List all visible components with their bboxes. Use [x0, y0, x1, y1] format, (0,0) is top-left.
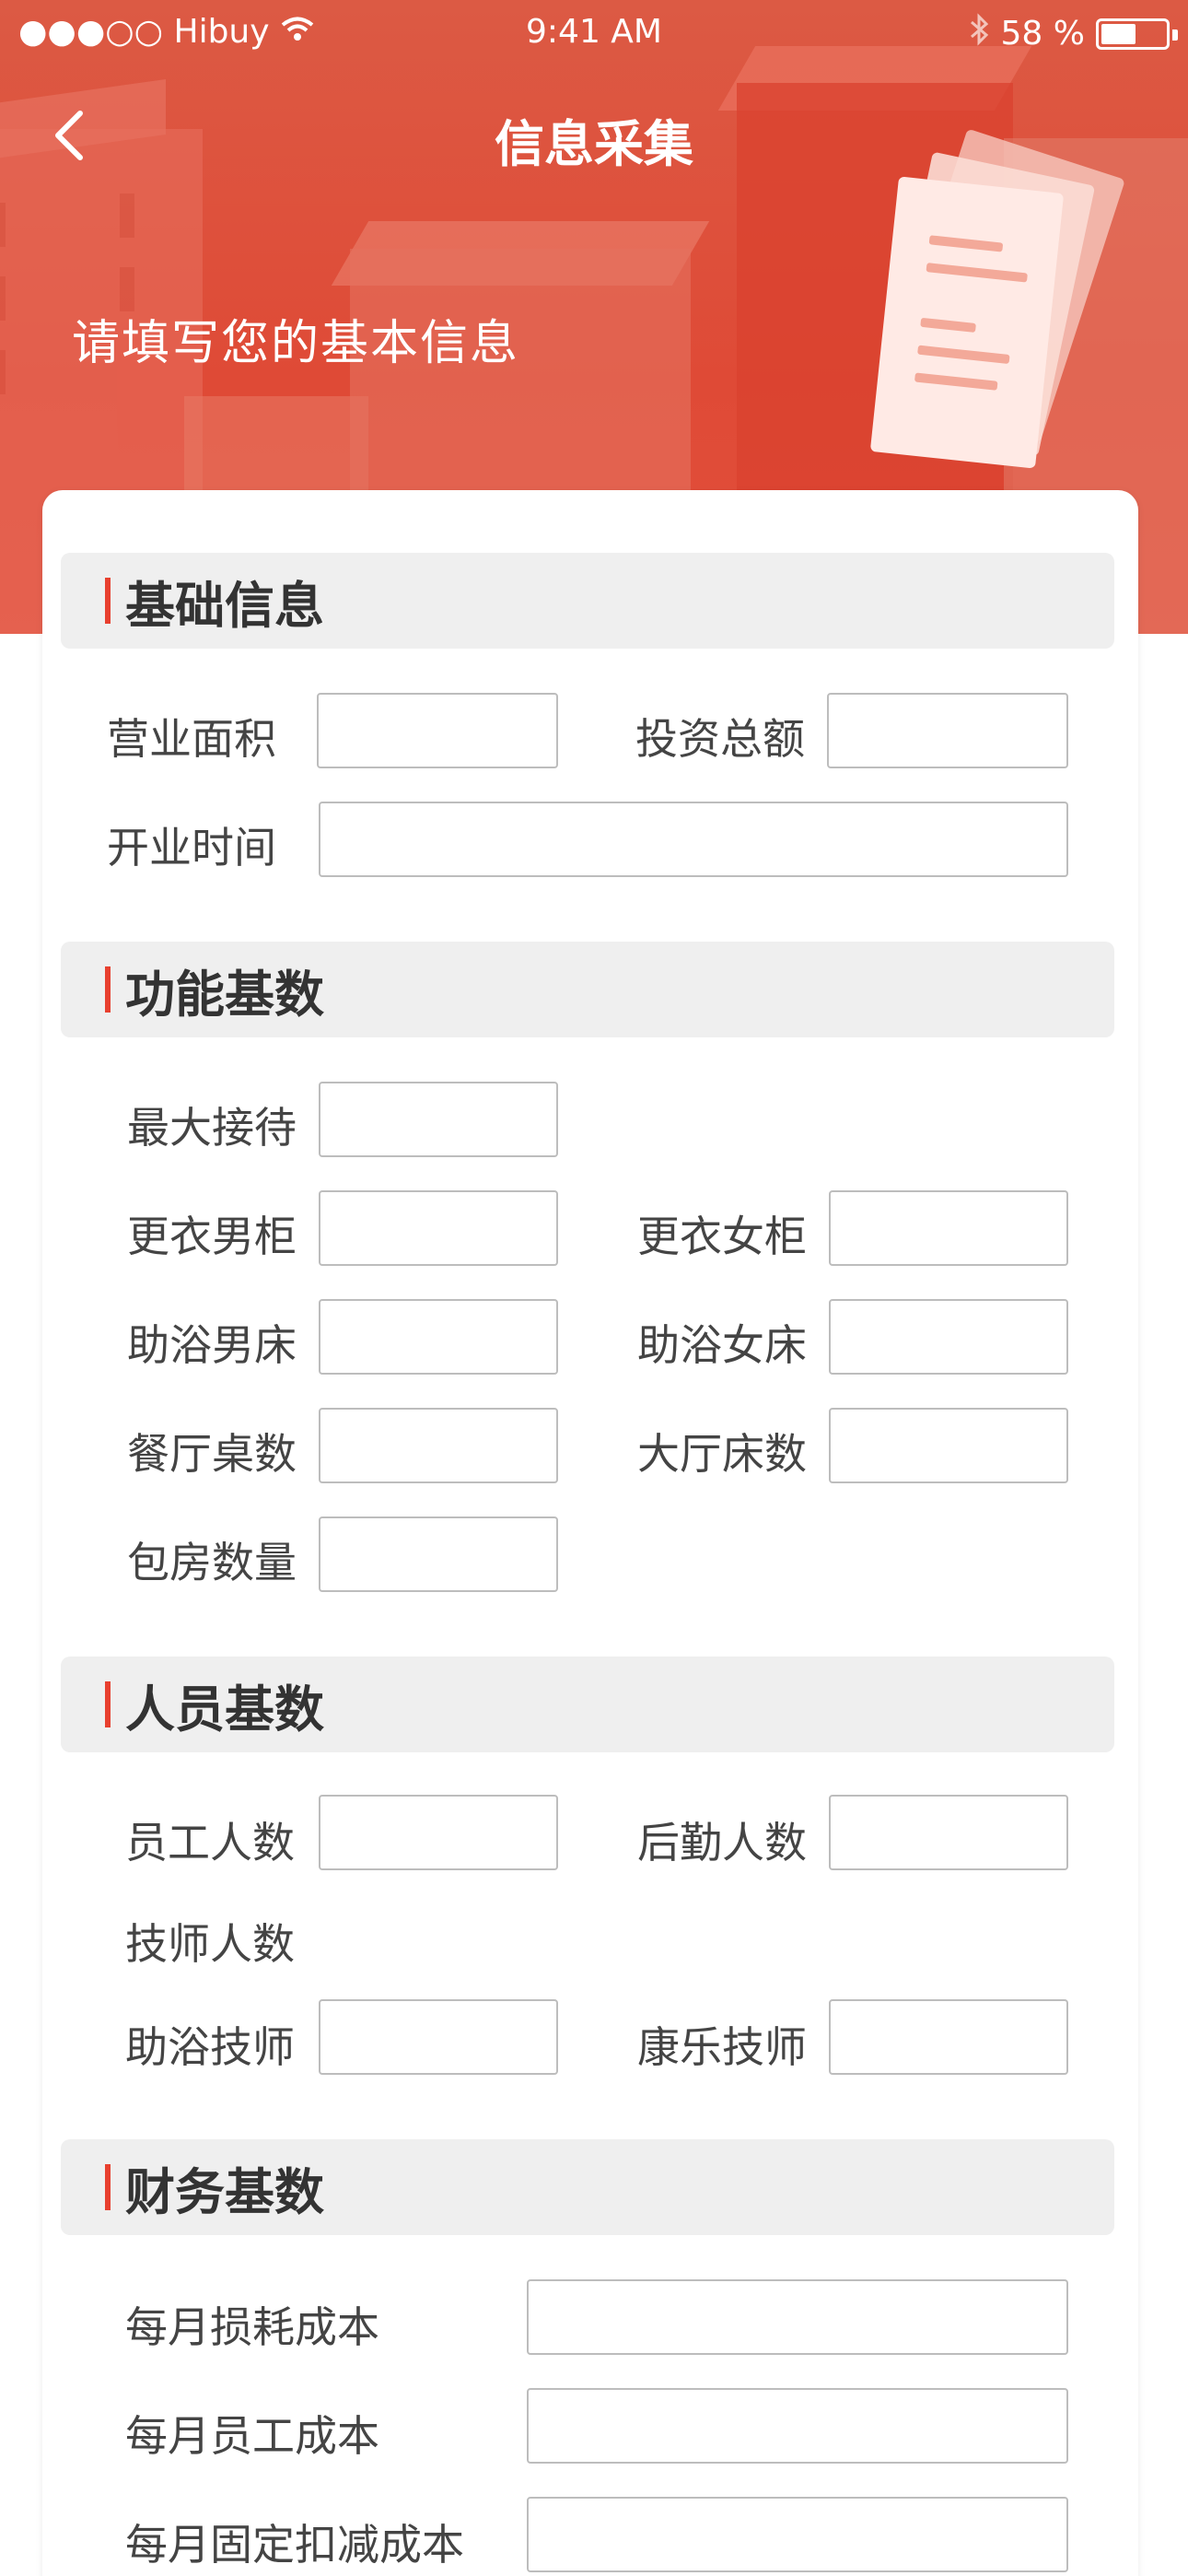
hall-beds-input[interactable]	[829, 1408, 1068, 1483]
female-bath-bed-input[interactable]	[829, 1299, 1068, 1375]
private-rooms-label: 包房数量	[127, 1538, 297, 1587]
area-label: 营业面积	[107, 714, 276, 764]
monthly-staff-cost-label: 每月员工成本	[125, 2411, 379, 2461]
monthly-fixed-deduction-input[interactable]	[527, 2497, 1068, 2572]
recreation-technicians-label: 康乐技师	[637, 2022, 807, 2072]
male-locker-label: 更衣男柜	[127, 1212, 297, 1261]
section-accent-bar	[105, 1681, 111, 1727]
max-reception-label: 最大接待	[127, 1103, 297, 1153]
female-locker-label: 更衣女柜	[637, 1212, 807, 1261]
section-header-staff: 人员基数	[61, 1657, 1114, 1752]
section-header-basic: 基础信息	[61, 553, 1114, 649]
investment-label: 投资总额	[635, 714, 805, 764]
male-bath-bed-input[interactable]	[319, 1299, 558, 1375]
dining-tables-label: 餐厅桌数	[127, 1429, 297, 1479]
section-title: 基础信息	[125, 576, 324, 635]
battery-percent: 58 %	[1000, 15, 1085, 53]
hero-subtitle: 请填写您的基本信息	[72, 316, 520, 371]
section-title: 人员基数	[125, 1680, 324, 1739]
recreation-technicians-input[interactable]	[829, 1999, 1068, 2075]
status-time: 9:41 AM	[526, 13, 662, 51]
bath-technicians-input[interactable]	[319, 1999, 558, 2075]
logistics-input[interactable]	[829, 1795, 1068, 1870]
dining-tables-input[interactable]	[319, 1408, 558, 1483]
section-header-finance: 财务基数	[61, 2139, 1114, 2235]
section-header-function: 功能基数	[61, 942, 1114, 1037]
bath-technicians-label: 助浴技师	[125, 2022, 295, 2072]
section-accent-bar	[105, 966, 111, 1013]
open-time-label: 开业时间	[107, 823, 276, 872]
female-bath-bed-label: 助浴女床	[637, 1320, 807, 1370]
monthly-fixed-deduction-label: 每月固定扣减成本	[125, 2520, 464, 2570]
employees-input[interactable]	[319, 1795, 558, 1870]
technicians-label: 技师人数	[125, 1919, 295, 1969]
monthly-loss-input[interactable]	[527, 2279, 1068, 2355]
battery-icon	[1096, 18, 1178, 50]
bluetooth-icon	[968, 13, 990, 54]
monthly-staff-cost-input[interactable]	[527, 2388, 1068, 2464]
monthly-loss-label: 每月损耗成本	[125, 2302, 379, 2352]
section-accent-bar	[105, 2164, 111, 2210]
investment-input[interactable]	[827, 693, 1068, 768]
female-locker-input[interactable]	[829, 1190, 1068, 1266]
section-accent-bar	[105, 578, 111, 624]
page-title: 信息采集	[495, 115, 693, 173]
logistics-label: 后勤人数	[637, 1818, 807, 1868]
open-time-input[interactable]	[319, 802, 1068, 877]
male-locker-input[interactable]	[319, 1190, 558, 1266]
status-bar: ●●●○○ Hibuy 9:41 AM 58 %	[0, 0, 1188, 66]
private-rooms-input[interactable]	[319, 1516, 558, 1592]
male-bath-bed-label: 助浴男床	[127, 1320, 297, 1370]
navigation-bar: 信息采集	[0, 66, 1188, 205]
section-title: 财务基数	[125, 2162, 324, 2221]
area-input[interactable]	[317, 693, 558, 768]
hall-beds-label: 大厅床数	[637, 1429, 807, 1479]
employees-label: 员工人数	[125, 1818, 295, 1868]
max-reception-input[interactable]	[319, 1082, 558, 1157]
section-title: 功能基数	[125, 965, 324, 1024]
battery-level	[1101, 23, 1136, 44]
